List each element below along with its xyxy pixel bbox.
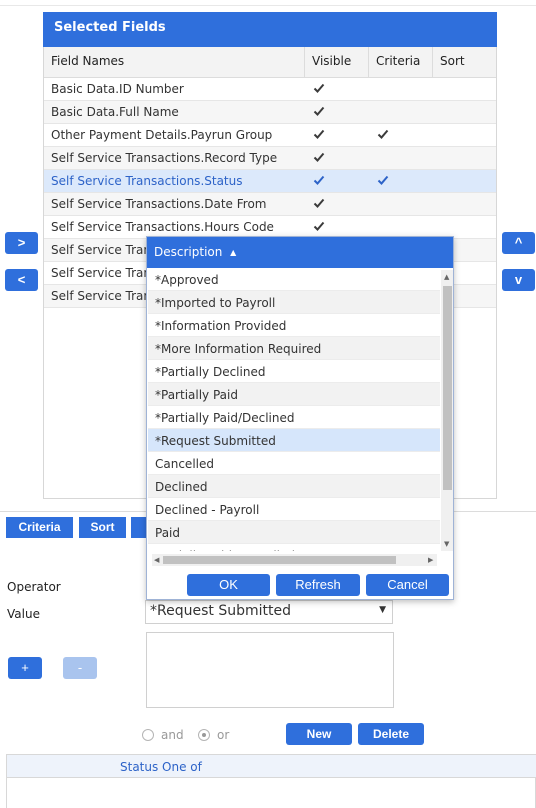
table-row[interactable]: Self Service Transactions.Record Type: [44, 147, 496, 170]
field-name-cell: Self Service Transactions.Record Type: [51, 151, 278, 165]
add-criteria-button[interactable]: +: [8, 657, 42, 679]
table-header: Field Names Visible Criteria Sort: [44, 47, 496, 78]
refresh-button[interactable]: Refresh: [276, 574, 360, 596]
visible-check-icon[interactable]: [313, 151, 325, 163]
list-item[interactable]: Declined: [148, 475, 440, 498]
column-visible[interactable]: Visible: [305, 47, 369, 78]
criteria-grid: Status One of: [6, 754, 536, 808]
scroll-right-icon[interactable]: ▶: [428, 556, 433, 564]
list-item[interactable]: *Partially Paid/Declined: [148, 406, 440, 429]
vertical-scroll-thumb[interactable]: [443, 286, 452, 490]
field-name-cell: Other Payment Details.Payrun Group: [51, 128, 273, 142]
list-item[interactable]: Declined - Payroll: [148, 498, 440, 521]
table-row[interactable]: Self Service Transactions.Status: [44, 170, 496, 193]
field-name-cell: Basic Data.ID Number: [51, 82, 184, 96]
value-select-text: *Request Submitted: [150, 603, 291, 619]
table-row[interactable]: Basic Data.Full Name: [44, 101, 496, 124]
criteria-check-icon[interactable]: [377, 174, 389, 186]
list-item[interactable]: *Partially Paid: [148, 383, 440, 406]
list-item[interactable]: *Imported to Payroll: [148, 291, 440, 314]
cancel-button[interactable]: Cancel: [366, 574, 449, 596]
description-popup: Description ▲ *Approved *Imported to Payr…: [146, 236, 454, 600]
field-name-cell: Self Service Transactions.Date From: [51, 197, 267, 211]
scroll-up-icon[interactable]: ▲: [444, 273, 449, 281]
table-row[interactable]: Basic Data.ID Number: [44, 78, 496, 101]
field-name-cell: Self Service Transactions.Status: [51, 174, 243, 188]
criteria-check-icon[interactable]: [377, 128, 389, 140]
tab-criteria[interactable]: Criteria: [6, 517, 73, 538]
criteria-grid-header: Status One of: [7, 755, 536, 778]
list-item[interactable]: *Request Submitted: [148, 429, 440, 452]
radio-dot-icon: [202, 733, 206, 737]
value-label: Value: [7, 607, 40, 621]
field-name-cell: Self Service Trans: [51, 289, 158, 303]
scroll-left-icon[interactable]: ◀: [154, 556, 159, 564]
remove-field-button[interactable]: <: [5, 269, 38, 291]
visible-check-icon[interactable]: [313, 128, 325, 140]
field-name-cell: Basic Data.Full Name: [51, 105, 179, 119]
list-item[interactable]: *Information Provided: [148, 314, 440, 337]
list-item[interactable]: Paid: [148, 521, 440, 544]
sort-asc-icon: ▲: [230, 248, 237, 257]
delete-button[interactable]: Delete: [358, 723, 424, 745]
criteria-grid-column[interactable]: Status One of: [120, 755, 202, 779]
column-criteria[interactable]: Criteria: [369, 47, 433, 78]
list-item[interactable]: *Partially Declined: [148, 360, 440, 383]
and-radio-label: and: [161, 728, 184, 742]
panel-title: Selected Fields: [43, 12, 497, 47]
popup-option-list: *Approved *Imported to Payroll *Informatio…: [148, 268, 440, 551]
column-field-names[interactable]: Field Names: [44, 47, 305, 78]
vertical-scrollbar[interactable]: ▲ ▼: [441, 270, 453, 551]
popup-header-label: Description: [154, 245, 223, 259]
and-radio[interactable]: [142, 729, 154, 741]
add-field-button[interactable]: >: [5, 232, 38, 254]
table-row[interactable]: Other Payment Details.Payrun Group: [44, 124, 496, 147]
move-down-button[interactable]: v: [502, 269, 535, 291]
move-up-button[interactable]: ^: [502, 232, 535, 254]
visible-check-icon[interactable]: [313, 174, 325, 186]
list-item[interactable]: *Approved: [148, 268, 440, 291]
value-list-box[interactable]: [146, 632, 394, 708]
visible-check-icon[interactable]: [313, 197, 325, 209]
chevron-down-icon: ▼: [379, 605, 386, 615]
field-name-cell: Self Service Trans: [51, 266, 158, 280]
field-name-cell: Self Service Transactions.Hours Code: [51, 220, 274, 234]
field-name-cell: Self Service Trans: [51, 243, 158, 257]
horizontal-scrollbar[interactable]: ◀ ▶: [152, 554, 437, 566]
popup-header[interactable]: Description ▲: [147, 237, 453, 268]
operator-label: Operator: [7, 580, 61, 594]
or-radio[interactable]: [198, 729, 210, 741]
value-select[interactable]: *Request Submitted ▼: [145, 600, 393, 624]
list-item[interactable]: Partially Paid/Cancelled: [148, 544, 440, 551]
visible-check-icon[interactable]: [313, 105, 325, 117]
ok-button[interactable]: OK: [187, 574, 270, 596]
column-sort[interactable]: Sort: [433, 47, 496, 78]
scroll-down-icon[interactable]: ▼: [444, 540, 449, 548]
horizontal-scroll-thumb[interactable]: [163, 556, 396, 564]
new-button[interactable]: New: [286, 723, 352, 745]
table-row[interactable]: Self Service Transactions.Date From: [44, 193, 496, 216]
list-item[interactable]: Cancelled: [148, 452, 440, 475]
visible-check-icon[interactable]: [313, 82, 325, 94]
remove-criteria-button[interactable]: -: [63, 657, 97, 679]
tab-sort[interactable]: Sort: [79, 517, 126, 538]
list-item[interactable]: *More Information Required: [148, 337, 440, 360]
visible-check-icon[interactable]: [313, 220, 325, 232]
top-divider: [0, 5, 536, 6]
or-radio-label: or: [217, 728, 230, 742]
